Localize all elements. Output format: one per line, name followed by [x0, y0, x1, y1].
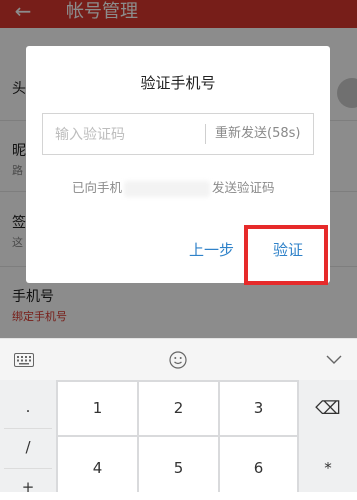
- resend-code-button[interactable]: 重新发送(58s): [215, 114, 300, 154]
- key-plus[interactable]: +: [0, 474, 56, 496]
- keyboard-toolbar: [0, 338, 357, 380]
- code-field: 重新发送(58s): [42, 113, 314, 156]
- sent-message: 已向手机 发送验证码: [72, 177, 275, 197]
- chevron-down-icon[interactable]: [322, 339, 346, 381]
- sent-message-prefix: 已向手机: [72, 180, 123, 195]
- dialog-title: 验证手机号: [140, 74, 216, 92]
- key-3[interactable]: 3: [220, 382, 297, 435]
- key-2[interactable]: 2: [139, 382, 218, 435]
- field-divider: [205, 124, 206, 144]
- masked-phone-number: [124, 180, 211, 197]
- keyboard-icon[interactable]: [10, 339, 38, 381]
- verify-button[interactable]: 验证: [273, 239, 303, 260]
- key-4[interactable]: 4: [58, 437, 137, 492]
- divider: [4, 468, 52, 469]
- verification-code-input[interactable]: [53, 114, 207, 156]
- previous-step-button[interactable]: 上一步: [189, 239, 234, 260]
- sent-message-suffix: 发送验证码: [212, 180, 275, 195]
- backspace-icon[interactable]: ⌫: [299, 382, 357, 435]
- key-5[interactable]: 5: [139, 437, 218, 492]
- key-1[interactable]: 1: [58, 382, 137, 435]
- key-slash[interactable]: /: [0, 432, 56, 462]
- key-6[interactable]: 6: [220, 437, 297, 492]
- verify-phone-dialog: 验证手机号 重新发送(58s) 已向手机 发送验证码 上一步 验证: [26, 46, 330, 285]
- key-asterisk[interactable]: *: [299, 437, 357, 492]
- emoji-icon[interactable]: [166, 339, 190, 381]
- key-dot[interactable]: .: [0, 392, 56, 422]
- divider: [4, 428, 52, 429]
